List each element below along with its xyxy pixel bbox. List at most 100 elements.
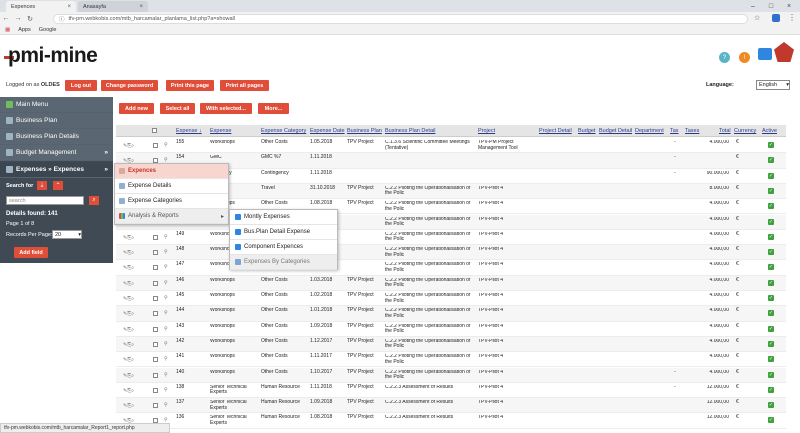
sidebar-item-main-menu[interactable]: Main Menu [0,97,113,113]
print-all-button[interactable]: Print all pages [220,80,269,91]
hierarchy-icon[interactable]: ⚲ [164,234,168,240]
minimize-icon[interactable]: – [744,3,762,10]
active-check-icon[interactable]: ✓ [768,295,774,301]
table-row[interactable]: ✎⎘⌕⚲148WorkshopsOther CostsC.2.2 Pilotin… [116,245,786,261]
sidebar-item-budget-management[interactable]: Budget Management » [0,145,113,161]
col-project-detail[interactable]: Project Detail [539,128,572,134]
change-password-button[interactable]: Change password [101,80,158,91]
row-checkbox[interactable] [153,265,158,271]
hierarchy-icon[interactable]: ⚲ [164,387,168,393]
table-row[interactable]: ✎⎘⌕ ⚲ 144 Workshops Other Costs 1.01.2018 TPV … [116,306,786,322]
row-checkbox[interactable] [153,387,158,393]
hierarchy-icon[interactable]: ⚲ [164,295,168,301]
col-active[interactable]: Active [762,128,777,134]
active-check-icon[interactable]: ✓ [768,142,774,148]
active-check-icon[interactable]: ✓ [768,356,774,363]
row-action-icons[interactable]: ✎⎘⌕ [123,388,134,394]
maximize-icon[interactable]: □ [762,3,780,10]
logout-button[interactable]: Log out [65,80,97,91]
hierarchy-icon[interactable]: ⚲ [164,402,168,408]
row-checkbox[interactable] [153,234,158,240]
row-action-icons[interactable]: ✎⎘⌕ [123,265,134,271]
help-icon[interactable]: ? [719,52,730,63]
hierarchy-icon[interactable]: ⚲ [164,280,168,286]
row-action-icons[interactable]: ✎⎘⌕ [123,143,134,149]
row-checkbox[interactable] [153,311,158,317]
row-checkbox[interactable] [153,143,158,148]
table-row[interactable]: ✎⎘⌕⚲149WorkshopsOther CostsC.2.2 Pilotin… [116,230,786,246]
sidebar-item-expenses[interactable]: Expenses » Expences » [0,162,113,178]
forward-icon[interactable]: → [12,15,24,22]
extension-icon[interactable] [772,14,780,22]
bookmark-apps[interactable]: Apps [18,27,31,33]
table-row[interactable]: ✎⎘⌕ ⚲ 145 Workshops Other Costs 1.02.2018 TPV … [116,291,786,307]
address-bar[interactable]: ⓘ tfv-pm.webkobis.com/mtb_harcamalar_pla… [53,14,748,24]
col-business-plan-detail[interactable]: Business Plan Detail [385,128,435,134]
row-checkbox[interactable] [153,403,158,409]
close-icon[interactable]: × [67,4,71,10]
active-check-icon[interactable]: ✓ [768,371,774,378]
active-check-icon[interactable]: ✓ [768,340,774,347]
col-expense-category[interactable]: Expense Category [261,128,306,134]
apps-icon[interactable]: ▦ [5,27,10,33]
search-input[interactable]: search [6,196,84,205]
browser-tab-active[interactable]: Expences × [6,1,76,12]
row-action-icons[interactable]: ✎⎘⌕ [123,250,134,256]
col-expense-name[interactable]: Expense [210,128,231,134]
table-row[interactable]: ✎⎘⌕⚲147WorkshopsOther CostsC.2.2 Pilotin… [116,260,786,276]
col-expense-id[interactable]: Expense ↓ [176,128,202,134]
row-checkbox[interactable] [153,341,158,347]
search-icon[interactable]: ⌕ [89,196,99,205]
close-window-icon[interactable]: × [780,3,798,10]
hierarchy-icon[interactable]: ⚲ [164,264,168,270]
col-department[interactable]: Department [635,128,664,134]
star-icon[interactable]: ☆ [754,14,760,22]
col-taxes[interactable]: Taxes [685,128,699,134]
table-row[interactable]: ✎⎘⌕ ⚲ 138 Senior Technical Experts Human Res… [116,383,786,399]
language-select[interactable]: English ▾ [756,80,790,90]
active-check-icon[interactable]: ✓ [768,264,774,271]
col-tax[interactable]: Tax [670,128,679,134]
active-check-icon[interactable]: ✓ [768,402,774,409]
active-check-icon[interactable]: ✓ [768,187,774,194]
select-all-checkbox[interactable] [152,128,157,133]
col-business-plan[interactable]: Business Plan [347,128,382,134]
active-check-icon[interactable]: ✓ [768,203,774,210]
active-check-icon[interactable]: ✓ [768,325,774,332]
add-new-button[interactable]: Add new [119,103,154,114]
add-field-button[interactable]: Add field [14,247,48,258]
row-checkbox[interactable] [153,250,158,256]
row-action-icons[interactable]: ✎⎘⌕ [123,403,134,409]
select-all-button[interactable]: Select all [160,103,195,114]
row-action-icons[interactable]: ✎⎘⌕ [123,327,134,333]
table-row[interactable]: ✎⎘⌕ ⚲ 142 Workshops Other Costs 1.12.2017 TPV … [116,336,786,353]
search-options-icon[interactable]: ⇣ [37,181,47,190]
menu-item-analysis-reports[interactable]: Analysis & Reports ▸ [115,209,228,224]
row-checkbox[interactable] [153,296,158,301]
row-checkbox[interactable] [153,326,158,332]
row-action-icons[interactable]: ✎⎘⌕ [123,342,134,348]
active-check-icon[interactable]: ✓ [768,172,774,179]
col-budget[interactable]: Budget [578,128,595,134]
hierarchy-icon[interactable]: ⚲ [164,356,168,362]
menu-item-expense-details[interactable]: Expense Details [115,179,228,194]
active-check-icon[interactable]: ✓ [768,386,774,393]
active-check-icon[interactable]: ✓ [768,417,774,424]
col-currency[interactable]: Currency [734,128,756,134]
table-row[interactable]: ✎⎘⌕ ⚲ 137 Senior Technical Experts Human Res… [116,398,786,414]
active-check-icon[interactable]: ✓ [768,249,774,256]
row-action-icons[interactable]: ✎⎘⌕ [123,296,134,302]
row-checkbox[interactable] [153,372,158,378]
more-button[interactable]: More... [258,103,289,114]
table-row[interactable]: ✎⎘⌕ ⚲ 143 Workshops Other Costs 1.09.2018 TPV … [116,322,786,337]
row-action-icons[interactable]: ✎⎘⌕ [123,235,134,241]
sidebar-item-business-plan[interactable]: Business Plan [0,113,113,129]
active-check-icon[interactable]: ✓ [768,279,774,286]
row-action-icons[interactable]: ✎⎘⌕ [123,281,134,287]
close-icon[interactable]: × [139,4,143,10]
sidebar-item-business-plan-details[interactable]: Business Plan Details [0,129,113,145]
bookmark-google[interactable]: Google [39,27,57,33]
table-row[interactable]: ✎⎘⌕ ⚲ 141 Workshops Other Costs 1.11.2017 TPV … [116,352,786,368]
hierarchy-icon[interactable]: ⚲ [164,372,168,378]
hierarchy-icon[interactable]: ⚲ [164,310,168,316]
